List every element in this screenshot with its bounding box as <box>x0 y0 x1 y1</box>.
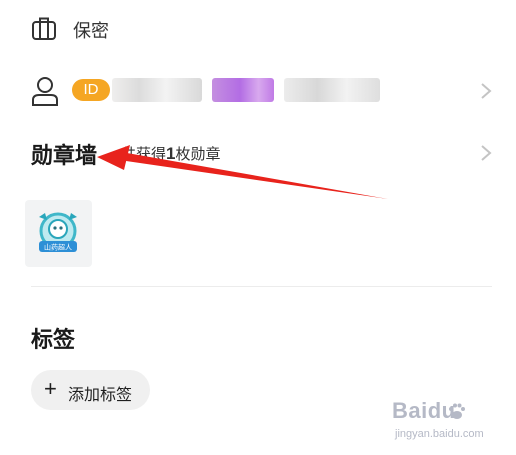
user-icon <box>32 77 58 106</box>
privacy-label: 保密 <box>73 21 109 41</box>
blurred-id-segment <box>212 78 274 102</box>
baidu-watermark: Baidu jingyan.baidu.com <box>392 398 512 444</box>
add-tag-label: 添加标签 <box>68 387 133 404</box>
tags-title: 标签 <box>31 327 76 352</box>
chevron-right-icon <box>481 145 492 161</box>
divider <box>31 286 492 287</box>
privacy-row[interactable]: 保密 <box>0 8 516 48</box>
paw-icon <box>449 403 465 419</box>
blurred-id-segment <box>284 78 380 102</box>
chevron-right-icon <box>481 83 492 99</box>
badge-wall-separator: · <box>104 148 109 164</box>
plus-icon: + <box>44 376 57 401</box>
blurred-id-segment <box>112 78 202 102</box>
id-badge: ID <box>72 79 110 101</box>
medal-card[interactable]: 山药超人 <box>25 200 92 267</box>
badge-count-prefix: 共获得 <box>121 146 167 163</box>
add-tag-button[interactable]: + 添加标签 <box>31 370 150 410</box>
medal-icon: 山药超人 <box>39 212 77 252</box>
medal-text: 山药超人 <box>44 243 72 252</box>
user-id-row[interactable]: ID <box>0 70 516 114</box>
badge-wall-row[interactable]: 勋章墙 · 共获得1枚勋章 <box>0 132 516 172</box>
badge-count-suffix: 枚勋章 <box>175 146 221 163</box>
watermark-url: jingyan.baidu.com <box>395 428 484 440</box>
badge-wall-title: 勋章墙 <box>31 143 98 168</box>
briefcase-icon <box>32 17 56 40</box>
badge-count-text: 共获得1枚勋章 <box>121 143 221 164</box>
